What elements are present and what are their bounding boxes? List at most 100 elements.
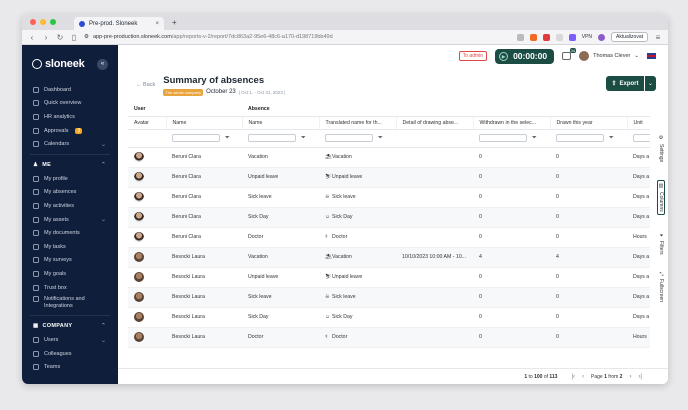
section-company[interactable]: ▦ COMPANY ⌃ (22, 319, 118, 333)
sidebar-item-quick-overview[interactable]: Quick overview (22, 97, 118, 111)
table-row[interactable]: Besocki Laura Unpaid leave ⛷Unpaid leave 0 0… (128, 267, 650, 288)
messages-icon[interactable]: 34 (562, 48, 577, 60)
sidebar-item-approvals[interactable]: Approvals 3 (22, 124, 118, 138)
sidebar-item-my-tasks[interactable]: My tasks (22, 240, 118, 254)
filter-icon[interactable]: ⏷ (532, 135, 537, 142)
sidebar-item-my-profile[interactable]: My profile (22, 172, 118, 186)
brave-rewards-icon[interactable] (542, 33, 550, 41)
filter-input-drawn[interactable] (556, 134, 605, 142)
col-header-detail[interactable]: Detail of drawing abse... (396, 116, 474, 130)
prev-page-icon[interactable]: ‹ (582, 374, 584, 380)
section-label: COMPANY (42, 323, 73, 330)
col-header-avatar[interactable]: Avatar (128, 116, 167, 130)
filter-input-unit[interactable] (633, 134, 650, 142)
col-header-drawn[interactable]: Drawn this year (550, 116, 628, 130)
vpn-button[interactable]: VPN (582, 34, 592, 40)
extension-icon[interactable] (568, 33, 576, 41)
sidebar-item-teams[interactable]: Teams (22, 361, 118, 375)
filter-cell: ⏷ (550, 129, 628, 148)
bookmark-icon[interactable]: ▯ (70, 33, 78, 42)
filter-input-withdrawn[interactable] (479, 134, 528, 142)
table-row[interactable]: Besocki Laura Sick leave ☠ Sick leave 0 0 Days… (128, 287, 650, 308)
back-link[interactable]: ← Back (136, 82, 155, 88)
fullscreen-tab[interactable]: ⤢ Fullscreen (658, 272, 664, 302)
settings-tab[interactable]: ⚙ Settings (658, 135, 664, 162)
url-field[interactable]: ⚙ app-pre-production.sloneek.com/app/rep… (84, 34, 394, 40)
brave-shield-icon[interactable] (529, 33, 537, 41)
filter-input-translated-name[interactable] (325, 134, 374, 142)
sidebar-item-trust-box[interactable]: Trust box (22, 281, 118, 295)
page-total: 2 (619, 373, 623, 380)
time-tracker[interactable]: ▶ 00:00:00 (495, 48, 555, 64)
col-header-translated-name[interactable]: Translated name for th... (319, 116, 397, 130)
new-tab-icon[interactable]: + (172, 18, 177, 27)
to-admin-button[interactable]: To admin (458, 51, 488, 61)
maximize-window-icon[interactable] (50, 19, 56, 25)
filter-icon[interactable]: ⏷ (609, 135, 614, 142)
sidebar-item-my-absences[interactable]: My absences (22, 186, 118, 200)
table-row[interactable]: Beruni Clara Doctor ⚕ Doctor 0 0 Hours (128, 227, 650, 248)
sidebar-item-label: Users (44, 337, 59, 344)
avatar (134, 252, 144, 262)
profile-icon[interactable] (598, 33, 606, 41)
col-header-absence-name[interactable]: Name (242, 116, 320, 130)
table-row[interactable]: Besocki Laura Doctor ⚕ Doctor 0 0 Hours (128, 327, 650, 348)
export-options-button[interactable]: ⌄ (645, 76, 656, 91)
table-row[interactable]: Besocki Laura Vacation ⛱Vacation 10/10/2023… (128, 247, 650, 268)
share-icon[interactable] (516, 33, 524, 41)
close-window-icon[interactable] (30, 19, 36, 25)
filter-icon[interactable]: ⏷ (301, 135, 306, 142)
col-header-withdrawn[interactable]: Withdrawn in the selec... (473, 116, 551, 130)
minimize-window-icon[interactable] (40, 19, 46, 25)
next-page-icon[interactable]: › (629, 374, 631, 380)
filter-icon[interactable]: ⏷ (378, 135, 383, 142)
notifications-icon (33, 296, 39, 303)
first-page-icon[interactable]: |‹ (571, 374, 575, 380)
top-bar: To admin ▶ 00:00:00 34 Thomas Clever ⌄ (118, 45, 668, 67)
filter-icon[interactable]: ⏷ (225, 135, 230, 142)
table-row[interactable]: Besocki Laura Sick Day ☺ Sick Day 0 0 Days a (128, 307, 650, 328)
cell-user: Beruni Clara (166, 227, 243, 248)
cell-translated: ☺ Sick Day (319, 207, 397, 228)
sidebar-item-calendars[interactable]: Calendars ⌄ (22, 137, 118, 151)
table-row[interactable]: Beruni Clara Unpaid leave ⛷Unpaid leave 0 0 D… (128, 167, 650, 188)
export-button[interactable]: ⇪ Export (606, 76, 644, 91)
col-header-unit[interactable]: Unit (627, 116, 650, 130)
reload-icon[interactable]: ↻ (56, 33, 64, 42)
table-row[interactable]: Beruni Clara Sick leave ☠ Sick leave 0 0 Days … (128, 187, 650, 208)
forward-arrow-icon[interactable]: › (42, 33, 50, 42)
columns-tab[interactable]: ▥ Columns (657, 180, 665, 215)
table-row[interactable]: Beruni Clara Vacation ⛱Vacation 0 0 Days a (128, 147, 650, 168)
close-tab-icon[interactable]: × (155, 21, 159, 27)
site-settings-icon[interactable]: ⚙ (84, 34, 89, 40)
sidebar-item-my-assets[interactable]: My assets ⌄ (22, 213, 118, 227)
table-row[interactable]: Beruni Clara Sick Day ☺ Sick Day 0 0 Days a (128, 207, 650, 228)
last-page-icon[interactable]: ›| (638, 374, 642, 380)
update-button[interactable]: Aktualizovat (611, 32, 648, 42)
user-menu[interactable]: Thomas Clever ⌄ (579, 51, 639, 61)
cell-drawn: 0 (550, 307, 628, 328)
sidebar-item-dashboard[interactable]: Dashboard (22, 83, 118, 97)
back-arrow-icon[interactable]: ‹ (28, 33, 36, 42)
filter-input-absence-name[interactable] (248, 134, 297, 142)
avatar (134, 332, 144, 342)
sidebar-item-hr-analytics[interactable]: HR analytics (22, 110, 118, 124)
sidebar-toggle-icon[interactable] (555, 33, 563, 41)
language-flag-icon[interactable] (647, 53, 656, 59)
sidebar-item-users[interactable]: Users ⌄ (22, 333, 118, 347)
sidebar-item-label: Trust box (44, 284, 67, 291)
collapse-sidebar-button[interactable]: « (97, 59, 108, 70)
sidebar-item-my-activities[interactable]: My activities (22, 199, 118, 213)
col-header-user-name[interactable]: Name (166, 116, 243, 130)
sidebar-item-notifications[interactable]: Notifications and Integrations (22, 294, 118, 312)
filter-input-user-name[interactable] (172, 134, 220, 142)
play-icon[interactable]: ▶ (499, 51, 509, 61)
filters-tab[interactable]: ⏷ Filters (658, 233, 664, 255)
sidebar-item-my-goals[interactable]: My goals (22, 267, 118, 281)
menu-icon[interactable]: ≡ (654, 33, 662, 42)
browser-tab[interactable]: Pre-prod. Sloneek × (74, 17, 164, 30)
sidebar-item-my-surveys[interactable]: My surveys (22, 254, 118, 268)
sidebar-item-colleagues[interactable]: Colleagues (22, 347, 118, 361)
section-me[interactable]: ♟ ME ⌃ (22, 158, 118, 172)
sidebar-item-my-documents[interactable]: My documents (22, 226, 118, 240)
